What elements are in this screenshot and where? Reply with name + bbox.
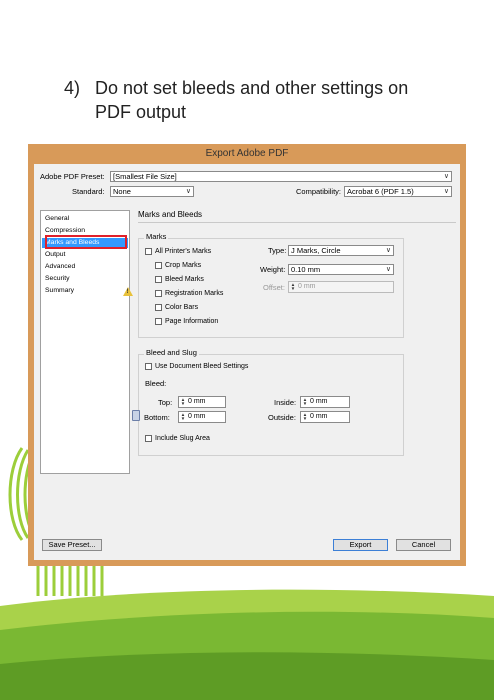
preset-dropdown[interactable]: [Smallest File Size] ∨ <box>110 171 452 182</box>
bleed-inside-value: 0 mm <box>310 398 328 405</box>
type-dropdown[interactable]: J Marks, Circle ∨ <box>288 245 394 256</box>
standard-dropdown[interactable]: None ∨ <box>110 186 194 197</box>
chevron-down-icon: ∨ <box>385 247 391 254</box>
stepper-arrows-icon: ▲ ▼ <box>290 282 296 291</box>
dialog-body: Adobe PDF Preset: [Smallest File Size] ∨ … <box>34 164 460 560</box>
weight-dropdown[interactable]: 0.10 mm ∨ <box>288 264 394 275</box>
sidebar-item-summary[interactable]: Summary <box>42 286 128 296</box>
standard-value: None <box>113 187 131 196</box>
save-preset-button[interactable]: Save Preset... <box>42 539 102 551</box>
bleed-outside-field[interactable]: ▲ ▼ 0 mm <box>300 411 350 423</box>
type-value: J Marks, Circle <box>291 246 341 255</box>
top-label: Top: <box>158 398 173 407</box>
bleed-top-field[interactable]: ▲ ▼ 0 mm <box>178 396 226 408</box>
dialog-title: Export Adobe PDF <box>205 148 289 159</box>
include-slug-label: Include Slug Area <box>155 435 210 442</box>
category-list: General Compression Marks and Bleeds Out… <box>40 210 133 474</box>
include-slug-checkbox[interactable] <box>145 435 152 442</box>
sidebar-item-general[interactable]: General <box>42 214 128 224</box>
compatibility-label: Compatibility: <box>296 187 342 196</box>
use-document-bleed-label: Use Document Bleed Settings <box>155 363 249 370</box>
preset-label: Adobe PDF Preset: <box>40 172 105 181</box>
bleed-top-value: 0 mm <box>188 398 206 405</box>
inside-label: Inside: <box>274 398 297 407</box>
marks-group-title: Marks <box>144 232 169 242</box>
offset-label: Offset: <box>263 283 285 292</box>
section-divider <box>138 222 456 223</box>
bleed-marks-label: Bleed Marks <box>165 276 204 283</box>
standard-label: Standard: <box>72 187 105 196</box>
export-pdf-dialog: Export Adobe PDF Adobe PDF Preset: [Smal… <box>28 144 466 566</box>
page-information-checkbox[interactable] <box>155 318 162 325</box>
chevron-down-icon: ∨ <box>385 266 391 273</box>
warning-mark: ! <box>126 289 129 295</box>
sidebar-item-output[interactable]: Output <box>42 250 128 260</box>
registration-marks-label: Registration Marks <box>165 290 224 297</box>
crop-marks-checkbox[interactable] <box>155 262 162 269</box>
cancel-button[interactable]: Cancel <box>396 539 451 551</box>
crop-marks-label: Crop Marks <box>165 262 202 269</box>
bleed-inside-field[interactable]: ▲ ▼ 0 mm <box>300 396 350 408</box>
chevron-down-icon: ∨ <box>443 188 449 195</box>
link-chain-icon[interactable] <box>132 410 140 421</box>
bottom-label: Bottom: <box>144 413 170 422</box>
bleed-marks-checkbox[interactable] <box>155 276 162 283</box>
bleed-outside-value: 0 mm <box>310 413 328 420</box>
stepper-arrows-icon: ▲ ▼ <box>302 397 308 406</box>
compatibility-value: Acrobat 6 (PDF 1.5) <box>347 187 414 196</box>
outside-label: Outside: <box>268 413 296 422</box>
use-document-bleed-checkbox[interactable] <box>145 363 152 370</box>
weight-label: Weight: <box>260 265 286 274</box>
type-label: Type: <box>268 246 287 255</box>
bleed-label: Bleed: <box>145 379 167 388</box>
page-information-label: Page Information <box>165 318 219 325</box>
bleed-slug-group-title: Bleed and Slug <box>144 348 199 358</box>
stepper-arrows-icon: ▲ ▼ <box>180 412 186 421</box>
color-bars-checkbox[interactable] <box>155 304 162 311</box>
section-title: Marks and Bleeds <box>138 210 203 219</box>
sidebar-item-security[interactable]: Security <box>42 274 128 284</box>
bleed-bottom-value: 0 mm <box>188 413 206 420</box>
bleed-bottom-field[interactable]: ▲ ▼ 0 mm <box>178 411 226 423</box>
sidebar-item-advanced[interactable]: Advanced <box>42 262 128 272</box>
highlight-box <box>45 235 127 249</box>
offset-value: 0 mm <box>298 283 316 290</box>
all-printers-marks-label: All Printer's Marks <box>155 248 212 255</box>
all-printers-marks-checkbox[interactable] <box>145 248 152 255</box>
offset-field[interactable]: ▲ ▼ 0 mm <box>288 281 394 293</box>
preset-value: [Smallest File Size] <box>113 172 177 181</box>
step-text: Do not set bleeds and other settings on … <box>95 78 409 122</box>
color-bars-label: Color Bars <box>165 304 199 311</box>
chevron-down-icon: ∨ <box>185 188 191 195</box>
chevron-down-icon: ∨ <box>443 173 449 180</box>
stepper-arrows-icon: ▲ ▼ <box>302 412 308 421</box>
compatibility-dropdown[interactable]: Acrobat 6 (PDF 1.5) ∨ <box>344 186 452 197</box>
step-number: 4) <box>64 78 81 98</box>
export-button[interactable]: Export <box>333 539 388 551</box>
registration-marks-checkbox[interactable] <box>155 290 162 297</box>
stepper-arrows-icon: ▲ ▼ <box>180 397 186 406</box>
weight-value: 0.10 mm <box>291 265 321 274</box>
